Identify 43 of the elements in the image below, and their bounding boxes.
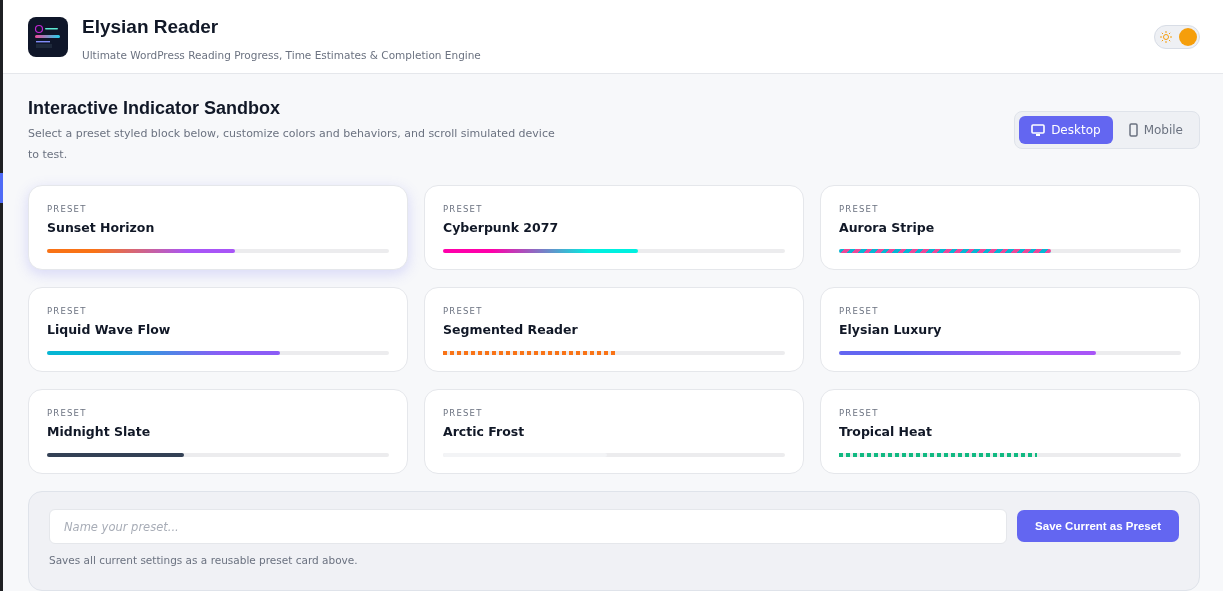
preset-label: PRESET xyxy=(443,408,484,418)
preset-card[interactable]: PRESET Elysian Luxury xyxy=(820,287,1200,372)
preset-name: Cyberpunk 2077 xyxy=(443,220,560,235)
preset-name: Aurora Stripe xyxy=(839,220,936,235)
device-tab[interactable]: Mobile xyxy=(1116,116,1195,144)
monitor-icon xyxy=(1031,123,1046,137)
preset-card[interactable]: PRESET Aurora Stripe xyxy=(820,185,1200,270)
save-preset-button[interactable]: Save Current as Preset xyxy=(1017,510,1179,542)
preset-name: Liquid Wave Flow xyxy=(47,322,172,337)
preset-label: PRESET xyxy=(47,306,88,316)
preset-card[interactable]: PRESET Segmented Reader xyxy=(424,287,804,372)
device-tab[interactable]: Desktop xyxy=(1019,116,1113,144)
preset-card[interactable]: PRESET Arctic Frost xyxy=(424,389,804,474)
app-title: Elysian Reader xyxy=(82,16,220,38)
app-subtitle: Ultimate WordPress Reading Progress, Time Estimates & Completion Engine xyxy=(82,49,482,61)
preset-name: Sunset Horizon xyxy=(47,220,156,235)
preset-card[interactable]: PRESET Midnight Slate xyxy=(28,389,408,474)
side-marker xyxy=(0,173,3,203)
preset-card[interactable]: PRESET Cyberpunk 2077 xyxy=(424,185,804,270)
preset-label: PRESET xyxy=(839,408,880,418)
preset-name: Tropical Heat xyxy=(839,424,933,439)
save-hint: Saves all current settings as a reusable preset card above. xyxy=(49,554,359,566)
preset-card[interactable]: PRESET Liquid Wave Flow xyxy=(28,287,408,372)
preset-label: PRESET xyxy=(47,408,88,418)
theme-toggle[interactable] xyxy=(1154,24,1200,49)
preset-name-field[interactable]: Name your preset... xyxy=(49,509,1008,544)
preset-name: Segmented Reader xyxy=(443,322,579,337)
preset-name: Elysian Luxury xyxy=(839,322,943,337)
preset-label: PRESET xyxy=(443,306,484,316)
phone-icon xyxy=(1128,123,1138,137)
section-description: Select a preset styled block below, customize colors and behaviors, and scroll simulated device to test. xyxy=(28,126,556,163)
preset-label: PRESET xyxy=(47,204,88,214)
sun-icon xyxy=(1160,30,1172,43)
preset-card[interactable]: PRESET Tropical Heat xyxy=(820,389,1200,474)
section-title: Interactive Indicator Sandbox xyxy=(28,98,282,119)
preset-name: Midnight Slate xyxy=(47,424,152,439)
preset-name: Arctic Frost xyxy=(443,424,526,439)
preset-label: PRESET xyxy=(839,204,880,214)
toggle-knob xyxy=(1179,27,1197,46)
preset-label: PRESET xyxy=(443,204,484,214)
preset-label: PRESET xyxy=(839,306,880,316)
app-logo-icon xyxy=(28,16,68,57)
preset-card[interactable]: PRESET Sunset Horizon xyxy=(28,185,408,270)
